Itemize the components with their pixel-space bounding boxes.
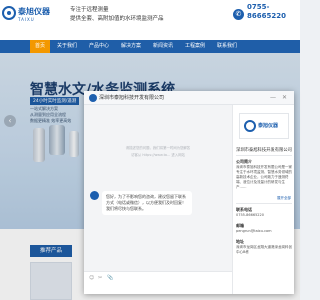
agent-message: 您好，为了不影响您的咨询，建议您留下联系方式（电话或微信），以方便我们及时回复！… (102, 191, 192, 215)
emoji-icon[interactable]: ☺ (89, 275, 94, 281)
nav-item-solutions[interactable]: 解决方案 (116, 40, 146, 53)
nav-item-news[interactable]: 新闻资讯 (148, 40, 178, 53)
logo-subtext: TAIXU (18, 17, 35, 22)
site-header: 泰旭仪器 TAIXU 专注于远程测量 提供全套、高附加值的水环境监测产品 ✆ 0… (0, 0, 300, 40)
nav-item-cases[interactable]: 工程案例 (180, 40, 210, 53)
company-logo: 泰旭仪器 (239, 113, 289, 139)
slogan-line-2: 提供全套、高附加值的水环境监测产品 (70, 16, 164, 22)
logo-text: 泰旭仪器 (18, 7, 50, 16)
system-note: 请描述您的问题，我们将第一时间为您解答 (125, 146, 191, 150)
nav-item-home[interactable]: 首页 (30, 40, 50, 53)
company-intro: 深圳市泰旭科技开发有限公司是一家专注于水环境监测、智慧水务领域的高新技术企业，公… (236, 165, 292, 189)
chat-window: 深圳市泰旭科技开发有限公司 — ✕ 请描述您的问题，我们将第一时间为您解答 访客… (84, 91, 294, 294)
nav-item-products[interactable]: 产品中心 (84, 40, 114, 53)
chat-header: 深圳市泰旭科技开发有限公司 — ✕ (84, 91, 294, 105)
company-phone[interactable]: 0755-86665220 (236, 213, 292, 218)
company-email[interactable]: pengrun@taixu.com (236, 229, 292, 234)
header-phone-number[interactable]: 0755-86665220 (247, 3, 286, 21)
attachment-icon[interactable]: 📎 (107, 275, 113, 281)
slogan-line-1: 专注于远程测量 (70, 7, 109, 13)
main-nav: 首页 关于我们 产品中心 解决方案 新闻资讯 工程案例 联系我们 (0, 40, 300, 53)
divider (236, 155, 292, 156)
company-info-panel: 泰旭仪器 深圳市泰旭科技开发有限公司 公司简介 深圳市泰旭科技开发有限公司是一家… (232, 105, 294, 294)
divider (236, 203, 292, 204)
chat-messages: 请描述您的问题，我们将第一时间为您解答 访客从 https://www.ta..… (84, 105, 232, 294)
expand-link[interactable]: 展开全部 (277, 196, 291, 201)
minimize-icon[interactable]: — (270, 94, 276, 102)
nav-item-contact[interactable]: 联系我们 (212, 40, 242, 53)
agent-avatar (90, 191, 99, 200)
site-logo[interactable]: 泰旭仪器 TAIXU (2, 5, 50, 27)
logo-mark-icon (2, 6, 16, 20)
close-icon[interactable]: ✕ (282, 94, 287, 102)
chat-title: 深圳市泰旭科技开发有限公司 (99, 95, 165, 101)
system-note: 访客从 https://www.ta... 进入网站 (131, 153, 185, 157)
nav-item-about[interactable]: 关于我们 (52, 40, 82, 53)
screenshot-icon[interactable]: ✂ (98, 275, 102, 281)
chat-avatar (89, 94, 97, 102)
chat-input-area[interactable]: ☺ ✂ 📎 (84, 271, 232, 294)
company-address: 深圳市龙岗区龙翔大道港深龙岗科创中心B栋 (236, 245, 292, 254)
company-name: 深圳市泰旭科技开发有限公司 (236, 148, 292, 153)
logo-mark-icon (244, 120, 256, 132)
phone-icon: ✆ (233, 9, 244, 20)
company-logo-text: 泰旭仪器 (258, 123, 279, 129)
